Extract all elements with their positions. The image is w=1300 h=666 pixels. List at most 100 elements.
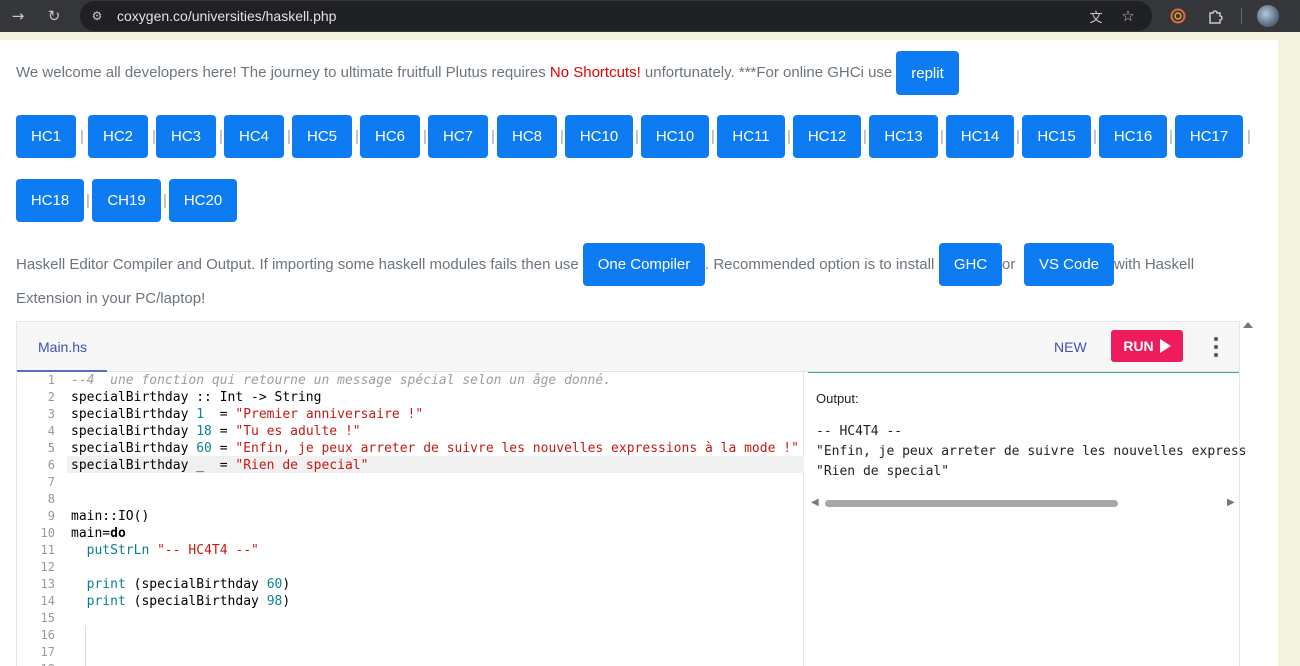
nav-button-hc5[interactable]: HC5 (292, 115, 352, 158)
scrollbar-thumb[interactable] (825, 500, 1118, 507)
new-button[interactable]: NEW (1054, 339, 1087, 355)
site-info-icon[interactable]: ⚙ (88, 0, 106, 32)
nav-button-hc14[interactable]: HC14 (946, 115, 1014, 158)
nav-button-hc10[interactable]: HC10 (565, 115, 633, 158)
nav-button-ch19[interactable]: CH19 (92, 179, 161, 222)
line-number: 15 (40, 611, 55, 625)
code-line[interactable]: --4 une fonction qui retourne un message… (71, 372, 611, 389)
play-icon (1159, 339, 1171, 353)
nav-button-hc15[interactable]: HC15 (1022, 115, 1091, 158)
code-line[interactable]: specialBirthday 60 = "Enfin, je peux arr… (71, 440, 799, 457)
output-horizontal-scrollbar[interactable]: ◀ ▶ (808, 495, 1238, 511)
ghc-button[interactable]: GHC (939, 243, 1002, 286)
nav-button-hc8[interactable]: HC8 (497, 115, 557, 158)
scroll-right-icon[interactable]: ▶ (1227, 497, 1235, 508)
separator: | (635, 128, 639, 145)
nav-button-hc3[interactable]: HC3 (156, 115, 216, 158)
page-scrollbar-track[interactable] (1278, 32, 1300, 666)
intro-text-before: We welcome all developers here! The jour… (16, 64, 550, 81)
forward-icon[interactable]: → (8, 0, 28, 32)
code-line[interactable]: specialBirthday :: Int -> String (71, 389, 321, 406)
tab-main-hs[interactable]: Main.hs (38, 339, 87, 355)
profile-avatar[interactable] (1257, 5, 1279, 27)
code-line[interactable]: print (specialBirthday 98) (71, 593, 291, 610)
separator: | (711, 128, 715, 145)
separator: | (560, 128, 564, 145)
replit-button[interactable]: replit (896, 51, 959, 95)
output-line: "Rien de special" (816, 464, 950, 479)
nav-button-hc18[interactable]: HC18 (16, 179, 84, 222)
nav-button-hc2[interactable]: HC2 (88, 115, 148, 158)
no-shortcuts-highlight: No Shortcuts! (549, 64, 641, 81)
code-line[interactable]: specialBirthday 18 = "Tu es adulte !" (71, 423, 361, 440)
compiler-info-text-1: Haskell Editor Compiler and Output. If i… (16, 256, 579, 273)
line-number: 16 (40, 628, 55, 642)
indent-guide (85, 626, 86, 666)
nav-button-hc16[interactable]: HC16 (1099, 115, 1167, 158)
nav-button-hc20[interactable]: HC20 (169, 179, 237, 222)
nav-button-hc4[interactable]: HC4 (224, 115, 284, 158)
puzzle-icon[interactable] (1205, 0, 1225, 32)
code-pane[interactable]: 1 2 3 4 5 6 7 8 9 10 11 12 13 14 15 16 1… (17, 372, 804, 666)
separator: | (1093, 128, 1097, 145)
nav-button-hc7[interactable]: HC7 (428, 115, 488, 158)
run-button[interactable]: RUN (1111, 330, 1183, 362)
star-icon[interactable]: ☆ (1118, 0, 1138, 32)
separator: | (863, 128, 867, 145)
separator: | (491, 128, 495, 145)
nav-button-hc17[interactable]: HC17 (1175, 115, 1243, 158)
extension-icon[interactable] (1168, 0, 1188, 32)
line-number: 11 (40, 543, 55, 557)
line-number: 1 (47, 373, 55, 387)
output-line: "Enfin, je peux arreter de suivre les no… (816, 444, 1247, 459)
translate-icon[interactable]: 文 (1086, 0, 1106, 32)
code-line[interactable]: main=do (71, 525, 126, 542)
nav-button-hc13[interactable]: HC13 (869, 115, 938, 158)
one-compiler-button[interactable]: One Compiler (583, 243, 705, 286)
nav-button-hc10-b[interactable]: HC10 (641, 115, 709, 158)
line-number: 5 (47, 441, 55, 455)
code-line[interactable]: main::IO() (71, 508, 149, 525)
code-line[interactable]: print (specialBirthday 60) (71, 576, 291, 593)
more-options-icon[interactable] (1210, 337, 1222, 357)
line-number: 17 (40, 645, 55, 659)
editor-header: Main.hs NEW RUN (17, 322, 1239, 372)
reload-icon[interactable]: ↻ (44, 0, 64, 32)
scroll-up-icon[interactable] (1243, 322, 1253, 328)
separator: | (80, 128, 84, 145)
nav-button-hc1[interactable]: HC1 (16, 115, 76, 158)
nav-button-hc12[interactable]: HC12 (793, 115, 861, 158)
separator: | (1247, 128, 1251, 145)
line-number-gutter: 1 2 3 4 5 6 7 8 9 10 11 12 13 14 15 16 1… (17, 372, 67, 666)
nav-button-hc11[interactable]: HC11 (717, 115, 785, 158)
compiler-info-text-2: . Recommended option is to install (705, 256, 935, 273)
compiler-info-text-3: or (1002, 256, 1016, 273)
separator: | (1169, 128, 1173, 145)
vscode-button[interactable]: VS Code (1024, 243, 1114, 286)
separator: | (287, 128, 291, 145)
separator: | (940, 128, 944, 145)
code-line[interactable]: specialBirthday 1 = "Premier anniversair… (71, 406, 423, 423)
line-number: 18 (17, 661, 55, 666)
line-number: 14 (40, 594, 55, 608)
browser-toolbar: → ↻ ⚙ coxygen.co/universities/haskell.ph… (0, 0, 1300, 32)
code-line[interactable]: putStrLn "-- HC4T4 --" (71, 542, 259, 559)
run-button-label: RUN (1123, 338, 1154, 354)
separator: | (86, 192, 90, 209)
line-number: 2 (47, 390, 55, 404)
line-number: 7 (47, 475, 55, 489)
code-line[interactable]: specialBirthday _ = "Rien de special" (71, 457, 368, 474)
separator: | (787, 128, 791, 145)
compiler-info-text-4: with Haskell (1114, 256, 1195, 273)
line-number: 4 (47, 424, 55, 438)
line-number: 3 (47, 407, 55, 421)
url-text[interactable]: coxygen.co/universities/haskell.php (117, 0, 336, 32)
separator: | (1016, 128, 1020, 145)
output-label: Output: (816, 391, 859, 406)
line-number: 9 (47, 509, 55, 523)
intro-text-after: unfortunately. ***For online GHCi use (640, 64, 893, 81)
scroll-left-icon[interactable]: ◀ (811, 497, 819, 508)
nav-button-hc6[interactable]: HC6 (360, 115, 420, 158)
line-number: 12 (40, 560, 55, 574)
output-pane: Output: -- HC4T4 -- "Enfin, je peux arre… (808, 372, 1246, 666)
